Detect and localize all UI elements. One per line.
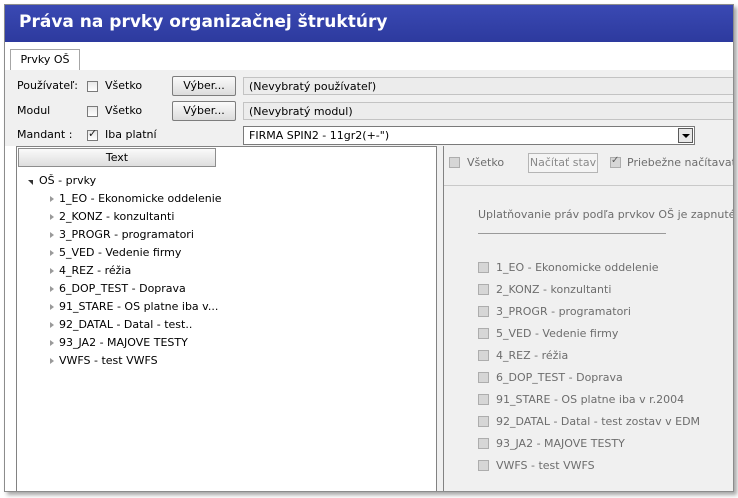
module-all-label: Všetko (105, 104, 143, 117)
rights-all-label: Všetko (467, 156, 505, 169)
mandant-label: Mandant : (17, 128, 73, 141)
rights-item-label: 93_JA2 - MAJOVE TESTY (496, 437, 625, 450)
tree-item-label: 4_REZ - réžia (59, 264, 132, 277)
user-all-checkbox[interactable] (87, 81, 98, 92)
module-label: Modul (17, 104, 51, 117)
tree-pane: Text OŠ - prvky 1_EO - Ekonomicke oddele… (16, 146, 437, 491)
continuous-load-checkbox[interactable]: ✓ (610, 155, 621, 168)
mandant-valid-only-label: Iba platní (105, 128, 157, 141)
title-bar: Práva na prvky organizačnej štruktúry (5, 5, 733, 42)
dropdown-arrow-icon[interactable] (678, 128, 693, 143)
mandant-combo-value: FIRMA SPIN2 - 11gr2(+-") (249, 129, 390, 142)
rights-list: Uplatňovanie práv podľa prvkov OŠ je zap… (444, 196, 733, 491)
tab-strip: Prvky OŠ (5, 42, 733, 71)
load-state-button[interactable]: Načítať stav (528, 153, 598, 173)
app-window: Práva na prvky organizačnej štruktúry Pr… (4, 4, 734, 492)
rights-item-label: 91_STARE - OS platne iba v r.2004 (496, 393, 685, 406)
user-value-field: (Nevybratý používateľ) (243, 77, 733, 95)
tree-item-label: 2_KONZ - konzultanti (59, 210, 175, 223)
module-value-field: (Nevybratý modul) (243, 102, 733, 120)
rights-item-checkbox[interactable] (478, 416, 489, 427)
rights-item-label: 92_DATAL - Datal - test zostav v EDM (496, 415, 701, 428)
continuous-load-label: Priebežne načítavať (627, 156, 734, 169)
rights-item-checkbox[interactable] (478, 460, 489, 471)
rights-item-label: VWFS - test VWFS (496, 459, 595, 472)
mandant-filter-row: Mandant : Iba platní FIRMA SPIN2 - 11gr2… (5, 124, 733, 146)
collapsed-triangle-icon[interactable] (50, 286, 54, 292)
mandant-valid-only-checkbox[interactable] (87, 127, 98, 141)
tree-item-label: 1_EO - Ekonomicke oddelenie (59, 192, 222, 205)
collapsed-triangle-icon[interactable] (50, 196, 54, 202)
rights-item-checkbox[interactable] (478, 262, 489, 273)
user-all-label: Všetko (105, 79, 143, 92)
rights-toolbar: Všetko Načítať stav ✓ Priebežne načítava… (444, 146, 733, 186)
collapsed-triangle-icon[interactable] (50, 304, 54, 310)
rights-item-checkbox[interactable] (478, 372, 489, 383)
rights-item-label: 2_KONZ - konzultanti (496, 283, 612, 296)
rights-item-label: 1_EO - Ekonomicke oddelenie (496, 261, 659, 274)
rights-item-checkbox[interactable] (478, 284, 489, 295)
rights-item-label: 3_PROGR - programatori (496, 305, 631, 318)
rights-item-label: 4_REZ - réžia (496, 349, 569, 362)
rights-item-label: 5_VED - Vedenie firmy (496, 327, 619, 340)
mandant-combo[interactable]: FIRMA SPIN2 - 11gr2(+-") (243, 126, 695, 145)
tree-item-label: 92_DATAL - Datal - test.. (59, 318, 193, 331)
rights-item-checkbox[interactable] (478, 328, 489, 339)
collapsed-triangle-icon[interactable] (50, 232, 54, 238)
collapsed-triangle-icon[interactable] (50, 340, 54, 346)
user-label: Používateľ: (17, 79, 78, 92)
module-filter-row: Modul Všetko Výber... (Nevybratý modul) (5, 100, 733, 122)
expanded-triangle-icon[interactable] (28, 180, 33, 185)
user-filter-row: Používateľ: Všetko Výber... (Nevybratý p… (5, 75, 733, 97)
tree-root-label: OŠ - prvky (39, 174, 97, 187)
tree-item-label: 91_STARE - OS platne iba v... (59, 300, 219, 313)
collapsed-triangle-icon[interactable] (50, 268, 54, 274)
collapsed-triangle-icon[interactable] (50, 358, 54, 364)
filter-panel: Používateľ: Všetko Výber... (Nevybratý p… (5, 70, 733, 146)
tree-item-label: 6_DOP_TEST - Doprava (59, 282, 186, 295)
info-divider (478, 233, 666, 234)
rights-item-label: 6_DOP_TEST - Doprava (496, 371, 623, 384)
tree-item-label: 93_JA2 - MAJOVE TESTY (59, 336, 188, 349)
window-title: Práva na prvky organizačnej štruktúry (19, 12, 388, 32)
rights-item-checkbox[interactable] (478, 350, 489, 361)
user-select-button[interactable]: Výber... (172, 76, 236, 96)
collapsed-triangle-icon[interactable] (50, 214, 54, 220)
collapsed-triangle-icon[interactable] (50, 250, 54, 256)
tree-column-header[interactable]: Text (18, 148, 216, 167)
tree-item-label: VWFS - test VWFS (59, 354, 158, 367)
tree-item-label: 5_VED - Vedenie firmy (59, 246, 182, 259)
rights-pane: Všetko Načítať stav ✓ Priebežne načítava… (443, 146, 733, 491)
collapsed-triangle-icon[interactable] (50, 322, 54, 328)
tree-item-label: 3_PROGR - programatori (59, 228, 194, 241)
module-all-checkbox[interactable] (87, 106, 98, 117)
rights-all-checkbox[interactable] (449, 157, 460, 168)
rights-item-checkbox[interactable] (478, 306, 489, 317)
rights-item-checkbox[interactable] (478, 438, 489, 449)
tab-prvky-os[interactable]: Prvky OŠ (10, 49, 80, 71)
module-select-button[interactable]: Výber... (172, 101, 236, 121)
rights-info-text: Uplatňovanie práv podľa prvkov OŠ je zap… (478, 208, 734, 221)
rights-item-checkbox[interactable] (478, 394, 489, 405)
